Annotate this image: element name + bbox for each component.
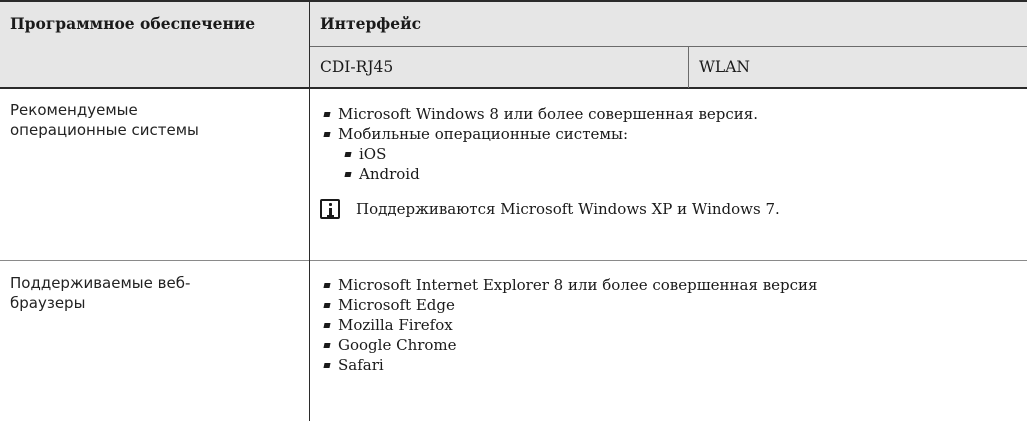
list-item: Microsoft Internet Explorer 8 или более … — [320, 275, 818, 295]
list-item: Safari — [320, 355, 818, 375]
header-software: Программное обеспечение — [10, 14, 256, 33]
list-item: Google Chrome — [320, 335, 818, 355]
header-mid-rule — [309, 46, 1027, 47]
row2-label-line1: Поддерживаемые веб- — [10, 274, 191, 292]
row-separator — [0, 260, 1027, 261]
list-item: Mozilla Firefox — [320, 315, 818, 335]
row1-list: Microsoft Windows 8 или более совершенна… — [320, 104, 758, 144]
list-item: Мобильные операционные системы: — [320, 124, 758, 144]
row1-label-line1: Рекомендуемые — [10, 101, 138, 119]
row2-label-line2: браузеры — [10, 294, 86, 312]
header-cdi-rj45: CDI-RJ45 — [320, 58, 394, 76]
table-top-border — [0, 0, 1027, 2]
list-item: Microsoft Windows 8 или более совершенна… — [320, 104, 758, 124]
list-item: Microsoft Edge — [320, 295, 818, 315]
header-bottom-rule — [0, 87, 1027, 89]
header-wlan: WLAN — [699, 58, 750, 76]
list-item: Android — [341, 164, 420, 184]
subcolumn-divider — [688, 47, 689, 88]
row1-label-line2: операционные системы — [10, 121, 199, 139]
row1-note: Поддерживаются Microsoft Windows XP и Wi… — [356, 200, 780, 218]
header-interface: Интерфейс — [320, 14, 422, 33]
info-icon — [320, 199, 340, 219]
column-divider — [309, 0, 310, 421]
row2-list: Microsoft Internet Explorer 8 или более … — [320, 275, 818, 375]
row1-sublist: iOS Android — [341, 144, 420, 184]
list-item: iOS — [341, 144, 420, 164]
